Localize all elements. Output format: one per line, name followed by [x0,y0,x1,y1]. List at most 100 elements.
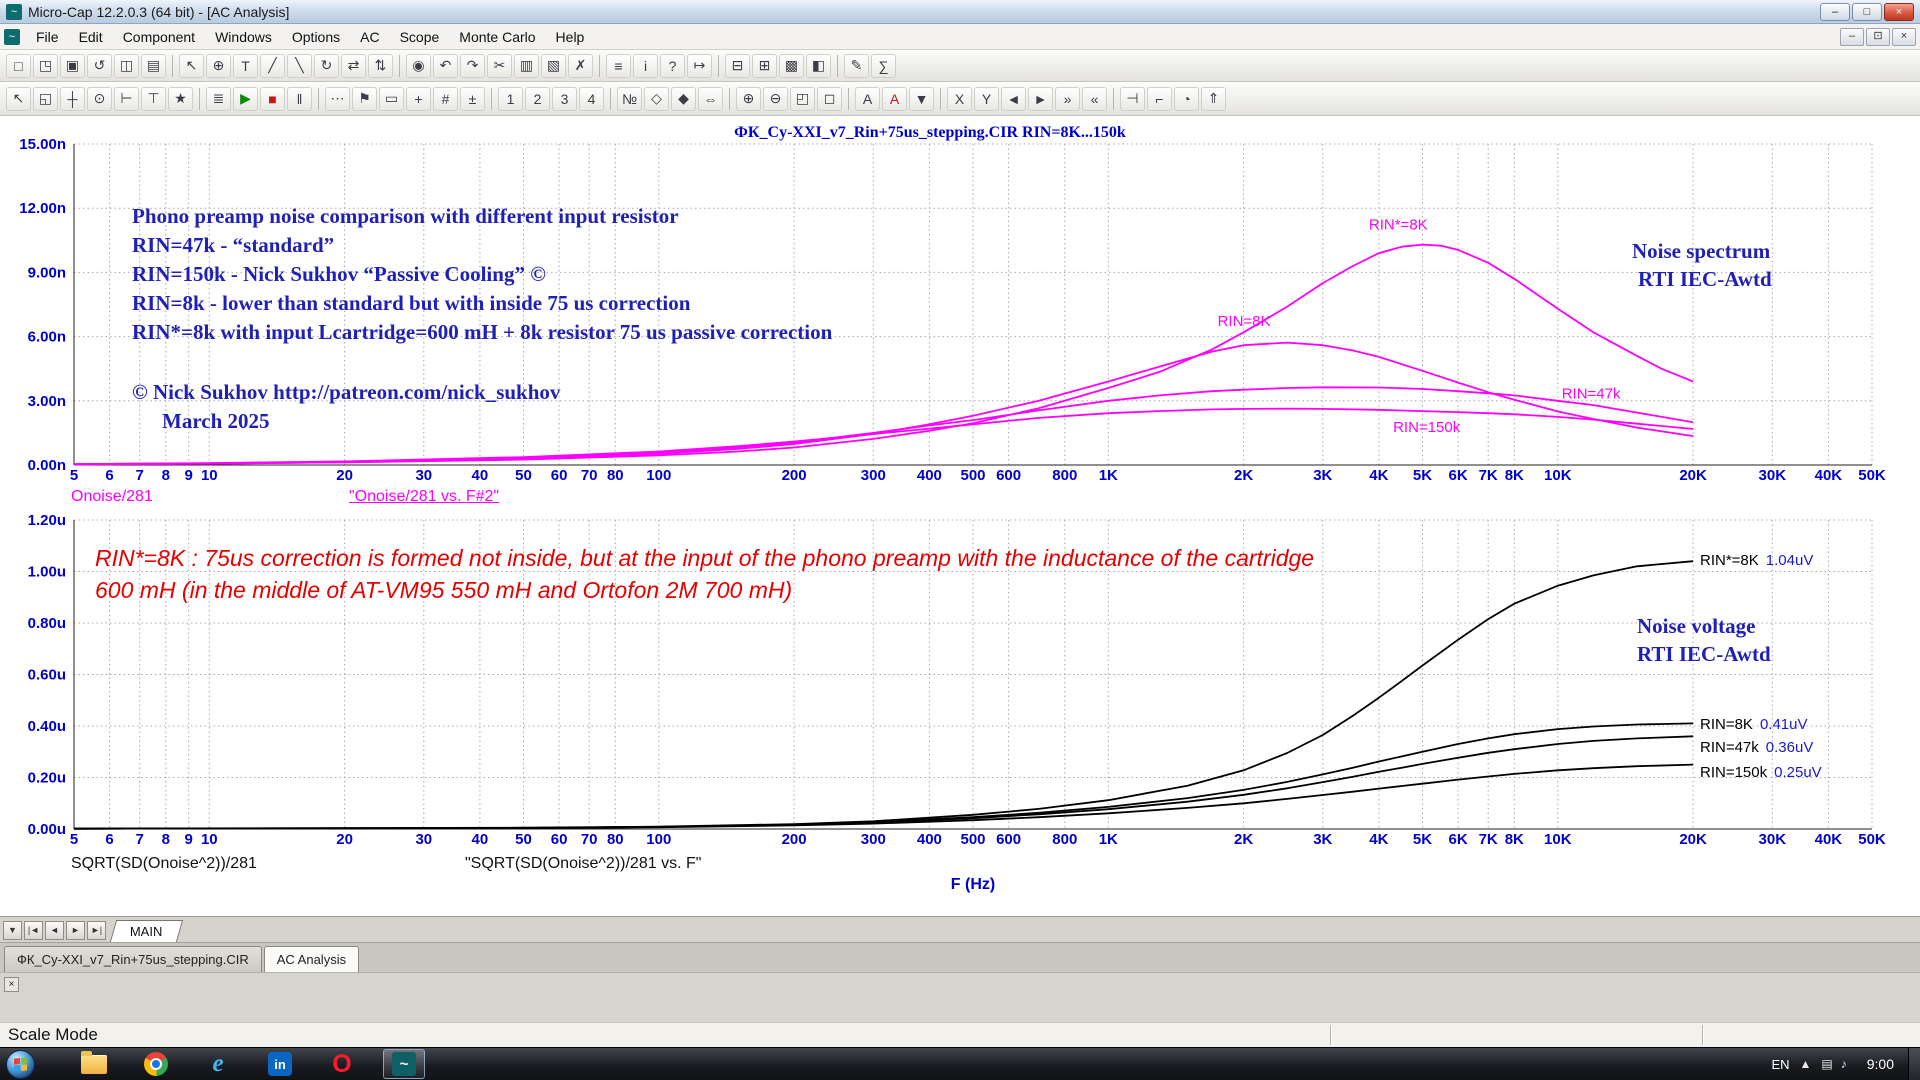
zoom-out-icon[interactable]: ⊖ [763,87,788,111]
redo-icon[interactable]: ↷ [460,54,485,78]
run-icon[interactable]: ▶ [233,87,258,111]
performance-tag-icon[interactable]: ★ [168,87,193,111]
tab-main[interactable]: MAIN [110,920,183,942]
text-icon[interactable]: A [855,87,880,111]
point-to-end-icon[interactable]: ↦ [687,54,712,78]
open-file-icon[interactable]: ◳ [33,54,58,78]
restore-scale-icon[interactable]: ◻ [817,87,842,111]
page-up-icon[interactable]: ⇑ [1201,87,1226,111]
slider-icon[interactable]: ⇔ [698,87,723,111]
three-d-plot-icon[interactable]: ◇ [644,87,669,111]
flip-horizontal-icon[interactable]: ⇄ [341,54,366,78]
menu-windows[interactable]: Windows [205,27,282,47]
tokens-icon[interactable]: ⚑ [352,87,377,111]
flip-vertical-icon[interactable]: ⇅ [368,54,393,78]
menu-help[interactable]: Help [546,27,595,47]
tray-volume-icon[interactable]: ♪ [1841,1057,1847,1071]
taskbar-clock[interactable]: 9:00 [1857,1056,1904,1072]
curve-set-label-top[interactable]: "Onoise/281 vs. F#2" [349,488,499,506]
windows-explorer-taskbar-button[interactable] [73,1049,115,1079]
numeric-output-icon[interactable]: № [617,87,642,111]
delete-icon[interactable]: ✗ [568,54,593,78]
plot-group-2-icon[interactable]: 2 [525,87,550,111]
tray-expand-icon[interactable]: ▲ [1800,1057,1812,1071]
paste-icon[interactable]: ▧ [541,54,566,78]
menu-options[interactable]: Options [282,27,350,47]
plot-group-3-icon[interactable]: 3 [552,87,577,111]
component-mode-icon[interactable]: ⊕ [206,54,231,78]
help-mode-icon[interactable]: ? [660,54,685,78]
pause-icon[interactable]: ‖ [287,87,312,111]
expression-label-bottom[interactable]: SQRT(SD(Onoise^2))/281 [71,855,257,873]
cascade-windows-icon[interactable]: ▩ [779,54,804,78]
next-page-button[interactable]: ► [66,921,85,940]
prev-point-icon[interactable]: « [1082,87,1107,111]
plot-group-1-icon[interactable]: 1 [498,87,523,111]
first-page-button[interactable]: |◄ [24,921,43,940]
minimize-button[interactable]: – [1820,3,1850,21]
select-arrow-icon[interactable]: ↖ [6,87,31,111]
prev-page-button[interactable]: ◄ [45,921,64,940]
align-left-icon[interactable]: ⊣ [1120,87,1145,111]
copy-icon[interactable]: ▥ [514,54,539,78]
tag-left-icon[interactable]: ◄ [1001,87,1026,111]
print-preview-icon[interactable]: ◫ [114,54,139,78]
text-color-icon[interactable]: A [882,87,907,111]
stop-icon[interactable]: ■ [260,87,285,111]
menu-file[interactable]: File [26,27,69,47]
child-minimize-button[interactable]: – [1840,28,1864,46]
go-to-x-icon[interactable]: X [947,87,972,111]
plot-group-4-icon[interactable]: 4 [579,87,604,111]
watch-icon[interactable]: ◔ [1174,87,1199,111]
last-page-button[interactable]: ►| [87,921,106,940]
grid-icon[interactable]: # [433,87,458,111]
expression-label-top[interactable]: Onoise/281 [71,488,153,506]
menu-component[interactable]: Component [113,27,205,47]
google-chrome-taskbar-button[interactable] [135,1049,177,1079]
tile-horizontal-icon[interactable]: ⊟ [725,54,750,78]
plus-mark-icon[interactable]: + [406,87,431,111]
autoscale-icon[interactable]: ◰ [790,87,815,111]
text-mode-icon[interactable]: T [233,54,258,78]
cut-icon[interactable]: ✂ [487,54,512,78]
tab-list-dropdown[interactable]: ▼ [3,921,22,940]
step-icon[interactable]: ≡ [606,54,631,78]
align-top-icon[interactable]: ⌐ [1147,87,1172,111]
start-button[interactable] [6,1050,35,1079]
data-points-icon[interactable]: ⋯ [325,87,350,111]
next-point-icon[interactable]: » [1055,87,1080,111]
menu-ac[interactable]: AC [350,27,389,47]
rotate-icon[interactable]: ↻ [314,54,339,78]
plot-area[interactable]: 5678910203040506070801002003004005006008… [0,116,1920,916]
curve-set-label-bottom[interactable]: "SQRT(SD(Onoise^2))/281 vs. F" [465,855,701,873]
new-file-icon[interactable]: □ [6,54,31,78]
app-icon[interactable]: ~ [6,4,22,20]
child-restore-button[interactable]: ⊡ [1866,28,1890,46]
child-close-button[interactable]: × [1892,28,1916,46]
polarity-icon[interactable]: ± [460,87,485,111]
menu-edit[interactable]: Edit [69,27,113,47]
analysis-limits-icon[interactable]: ≣ [206,87,231,111]
opera-taskbar-button[interactable]: O [321,1049,363,1079]
internet-explorer-taskbar-button[interactable]: e [197,1049,239,1079]
menu-scope[interactable]: Scope [390,27,450,47]
info-icon[interactable]: i [633,54,658,78]
split-window-icon[interactable]: ◧ [806,54,831,78]
file-tab-active[interactable]: AC Analysis [264,946,359,972]
save-icon[interactable]: ▣ [60,54,85,78]
language-indicator[interactable]: EN [1771,1057,1789,1072]
micro-cap-taskbar-button[interactable]: ~ [383,1049,425,1079]
close-button[interactable]: × [1884,3,1914,21]
maximize-button[interactable]: □ [1852,3,1882,21]
calculator-icon[interactable]: ∑ [871,54,896,78]
cursor-mode-icon[interactable]: ┼ [60,87,85,111]
tray-display-icon[interactable]: ▤ [1821,1057,1832,1071]
tile-vertical-icon[interactable]: ⊞ [752,54,777,78]
ruler-icon[interactable]: ▭ [379,87,404,111]
linkedin-taskbar-button[interactable]: in [259,1049,301,1079]
go-to-y-icon[interactable]: Y [974,87,999,111]
show-desktop-button[interactable] [1908,1048,1920,1080]
panel-close-button[interactable]: × [4,977,19,992]
revert-icon[interactable]: ↺ [87,54,112,78]
wire-mode-icon[interactable]: ╱ [260,54,285,78]
